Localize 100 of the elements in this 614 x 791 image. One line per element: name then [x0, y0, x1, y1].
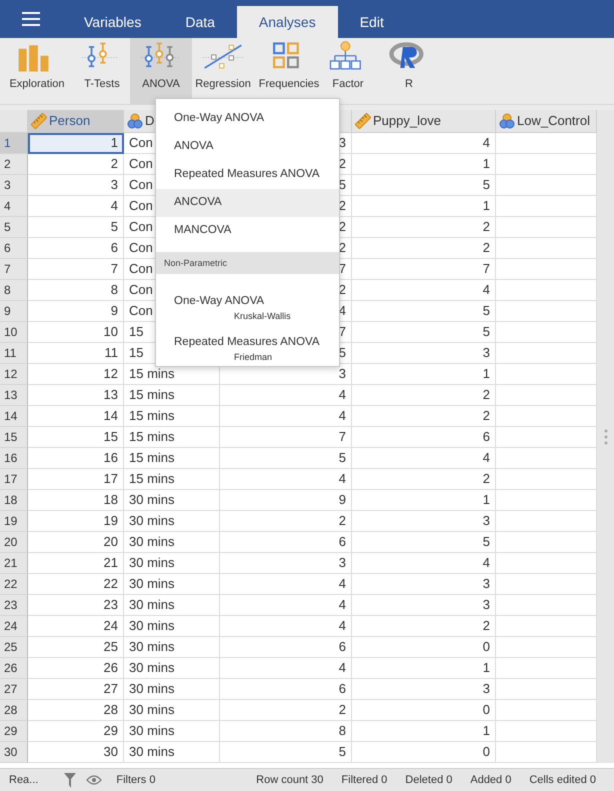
table-cell: 24 — [28, 616, 124, 637]
row-number[interactable]: 20 — [0, 532, 28, 553]
row-number[interactable]: 30 — [0, 742, 28, 763]
row-number[interactable]: 6 — [0, 238, 28, 259]
table-cell: 30 mins — [124, 742, 220, 763]
menu-section-header: Non-Parametric — [156, 252, 339, 274]
table-cell: 18 — [28, 490, 124, 511]
row-number[interactable]: 5 — [0, 217, 28, 238]
table-cell: 30 mins — [124, 490, 220, 511]
row-number[interactable]: 4 — [0, 196, 28, 217]
menu-item[interactable]: One-Way ANOVA — [156, 105, 339, 133]
resize-handle-icon[interactable] — [604, 428, 608, 444]
table-cell: 30 mins — [124, 574, 220, 595]
table-cell: 1 — [28, 133, 124, 154]
row-number[interactable]: 11 — [0, 343, 28, 364]
row-number[interactable]: 21 — [0, 553, 28, 574]
menu-tab[interactable]: Variables — [62, 6, 164, 38]
row-number[interactable]: 15 — [0, 427, 28, 448]
column-header[interactable]: Puppy_love — [352, 110, 496, 133]
menu-icon — [22, 12, 40, 26]
table-cell: 15 mins — [124, 406, 220, 427]
table-cell: 5 — [28, 217, 124, 238]
row-number[interactable]: 3 — [0, 175, 28, 196]
menu-tab[interactable]: Data — [163, 6, 237, 38]
status-text: Cells edited 0 — [529, 772, 596, 788]
row-number[interactable]: 8 — [0, 280, 28, 301]
table-cell: 2 — [352, 238, 496, 259]
table-cell: 12 — [28, 364, 124, 385]
table-cell: 15 mins — [124, 469, 220, 490]
toolbar-button[interactable]: Factor — [324, 38, 372, 104]
table-cell: 14 — [28, 406, 124, 427]
table-cell: 2 — [352, 616, 496, 637]
table-cell: 9 — [28, 301, 124, 322]
table-cell: 2 — [352, 385, 496, 406]
toolbar-button[interactable]: R — [372, 38, 446, 104]
table-cell: 6 — [220, 532, 352, 553]
menu-tab[interactable]: Edit — [338, 6, 406, 38]
row-number[interactable]: 2 — [0, 154, 28, 175]
table-cell: 1 — [352, 658, 496, 679]
row-number[interactable]: 24 — [0, 616, 28, 637]
table-cell: 4 — [220, 385, 352, 406]
menu-item[interactable]: ANCOVA — [156, 189, 339, 217]
table-cell: 3 — [352, 343, 496, 364]
table-cell: 22 — [28, 574, 124, 595]
row-number[interactable]: 27 — [0, 679, 28, 700]
toolbar-button[interactable]: Frequencies — [254, 38, 324, 104]
table-cell: 1 — [352, 721, 496, 742]
table-cell: 30 — [28, 742, 124, 763]
table-cell: 2 — [352, 469, 496, 490]
table-cell: 30 mins — [124, 511, 220, 532]
row-number[interactable]: 29 — [0, 721, 28, 742]
table-cell: 5 — [220, 448, 352, 469]
row-number[interactable]: 12 — [0, 364, 28, 385]
table-cell: 2 — [220, 700, 352, 721]
table-cell: 5 — [352, 301, 496, 322]
row-number[interactable]: 1 — [0, 133, 28, 154]
row-number[interactable]: 14 — [0, 406, 28, 427]
table-cell: 30 mins — [124, 679, 220, 700]
table-cell: 2 — [28, 154, 124, 175]
table-cell: 2 — [352, 217, 496, 238]
table-cell: 19 — [28, 511, 124, 532]
ruler-icon — [355, 113, 371, 129]
row-number[interactable]: 22 — [0, 574, 28, 595]
table-cell: 0 — [352, 742, 496, 763]
nominal-variable-icon — [499, 113, 515, 129]
table-cell: 29 — [28, 721, 124, 742]
table-cell: 30 mins — [124, 721, 220, 742]
filter-icon[interactable] — [64, 772, 76, 788]
table-cell: 4 — [220, 574, 352, 595]
table-cell: 4 — [220, 658, 352, 679]
row-number[interactable]: 19 — [0, 511, 28, 532]
row-number[interactable]: 25 — [0, 637, 28, 658]
row-number[interactable]: 13 — [0, 385, 28, 406]
table-cell: 17 — [28, 469, 124, 490]
table-cell: 20 — [28, 532, 124, 553]
row-number[interactable]: 23 — [0, 595, 28, 616]
column-header[interactable]: Low_Control — [496, 110, 597, 133]
column-header[interactable]: Person — [28, 110, 124, 133]
toolbar-button[interactable]: T-Tests — [74, 38, 130, 104]
eye-icon[interactable] — [86, 775, 102, 785]
row-number[interactable]: 7 — [0, 259, 28, 280]
table-cell: 3 — [220, 553, 352, 574]
table-cell: 16 — [28, 448, 124, 469]
table-cell: 6 — [28, 238, 124, 259]
menu-tab[interactable]: Analyses — [236, 6, 338, 38]
table-cell: 8 — [220, 721, 352, 742]
toolbar-button[interactable]: Regression — [192, 38, 254, 104]
toolbar-button[interactable]: ANOVA — [130, 38, 192, 104]
row-number[interactable]: 9 — [0, 301, 28, 322]
row-number[interactable]: 28 — [0, 700, 28, 721]
row-number[interactable]: 18 — [0, 490, 28, 511]
table-cell: 30 mins — [124, 616, 220, 637]
row-number[interactable]: 10 — [0, 322, 28, 343]
table-cell: 4 — [28, 196, 124, 217]
toolbar-button[interactable]: Exploration — [0, 38, 74, 104]
row-number[interactable]: 16 — [0, 448, 28, 469]
nominal-variable-icon — [127, 113, 143, 129]
table-cell: 3 — [352, 595, 496, 616]
row-number[interactable]: 26 — [0, 658, 28, 679]
row-number[interactable]: 17 — [0, 469, 28, 490]
